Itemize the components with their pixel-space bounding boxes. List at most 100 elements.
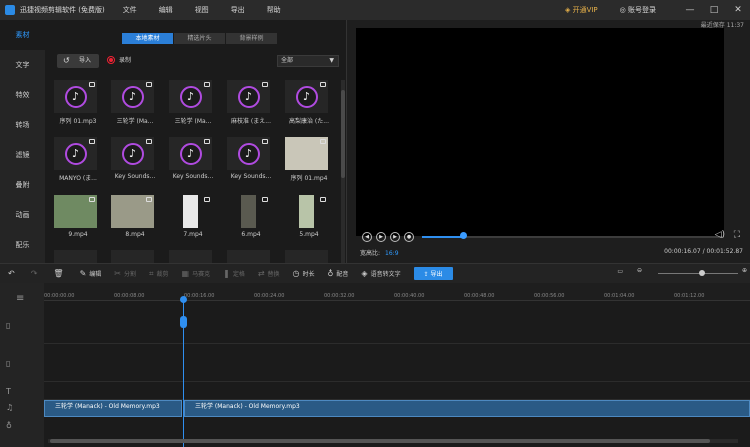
crop-icon: ⌗ (149, 268, 154, 278)
timeline-lanes[interactable]: 三轮学 (Manack) - Old Memory.mp3 三轮学 (Manac… (44, 301, 750, 447)
fullscreen-icon[interactable]: ⛶ (734, 230, 740, 240)
media-item[interactable]: 序列 01.mp4 (285, 137, 331, 182)
prev-frame-icon[interactable]: ◀ (362, 232, 372, 242)
media-item[interactable]: 9.mp4 (54, 195, 100, 238)
undo-icon[interactable]: ↶ (8, 269, 18, 278)
zoom-out-icon[interactable]: ⊖ (637, 267, 642, 274)
menu-bar: 文件 编辑 视图 导出 帮助 (123, 5, 303, 15)
audio-clip[interactable]: 三轮学 (Manack) - Old Memory.mp3 (44, 400, 182, 417)
media-item[interactable]: ♪ 高梨康治 (た... (285, 80, 331, 125)
media-item[interactable]: 8.mp4 (111, 195, 157, 238)
stop-icon[interactable]: ● (404, 232, 414, 242)
edit-button[interactable]: ✎ 编辑 (80, 269, 102, 278)
media-item[interactable]: ♪ Key Sounds... (227, 137, 273, 180)
zoom-knob[interactable] (699, 270, 705, 276)
audio-badge-icon (262, 82, 268, 87)
fit-icon[interactable]: ▭ (617, 268, 623, 275)
split-button[interactable]: ✂ 分割 (114, 269, 136, 278)
export-button[interactable]: ⇪ 导出 (413, 267, 453, 280)
menu-export[interactable]: 导出 (231, 5, 245, 15)
close-icon[interactable]: ✕ (726, 5, 750, 15)
menu-edit[interactable]: 编辑 (159, 5, 173, 15)
media-item[interactable]: ♪ 三轮学 (Ma... (169, 80, 215, 125)
play-icon[interactable]: ▶ (376, 232, 386, 242)
tab-local-material[interactable]: 本地素材 (122, 33, 173, 44)
time-ruler[interactable]: 00:00:00.00 00:00:08.00 00:00:16.00 00:0… (44, 289, 750, 301)
speech-to-text-button[interactable]: ◈ 语音转文字 (361, 269, 400, 278)
audio-badge-icon (146, 139, 152, 144)
next-frame-icon[interactable]: ▶ (390, 232, 400, 242)
media-item[interactable]: ♪ 麻枝准 (まえ... (227, 80, 273, 125)
media-item[interactable]: ♪ 序列 01.mp3 (54, 80, 100, 125)
chevron-down-icon: ▼ (329, 57, 334, 64)
media-name: 序列 01.mp4 (290, 175, 328, 182)
aspect-ratio-label: 宽高比: (360, 250, 381, 257)
redo-icon[interactable]: ↷ (31, 269, 41, 278)
sidebar-item-filter[interactable]: 滤镜 (0, 140, 45, 170)
zoom-slider[interactable] (658, 273, 738, 274)
tab-background[interactable]: 背景样例 (226, 33, 277, 44)
crop-label: 裁剪 (156, 271, 169, 278)
playback-track[interactable] (422, 236, 722, 238)
media-item[interactable] (169, 250, 215, 263)
crop-button[interactable]: ⌗ 裁剪 (149, 269, 169, 279)
login-button[interactable]: ◎ 账号登录 (620, 5, 656, 15)
media-item[interactable]: ♪ Key Sounds... (169, 137, 215, 180)
sidebar-item-transition[interactable]: 转场 (0, 110, 45, 140)
volume-icon[interactable]: ◁) (715, 230, 725, 240)
sidebar-item-animation[interactable]: 动画 (0, 200, 45, 230)
menu-file[interactable]: 文件 (123, 5, 137, 15)
media-item[interactable]: ♪ MANYO (ま... (54, 137, 100, 182)
duration-button[interactable]: ◷ 时长 (293, 269, 315, 278)
media-item[interactable]: 7.mp4 (169, 195, 215, 238)
media-name: 5.mp4 (299, 231, 319, 238)
portrait-frame (183, 195, 198, 228)
sidebar-item-music[interactable]: 配乐 (0, 230, 45, 260)
replace-button[interactable]: ⇄ 替换 (258, 269, 280, 278)
timeline-track-headers: ≡ ▯ ▯ T ♫ ♁ (0, 283, 44, 447)
mosaic-button[interactable]: ▦ 马赛克 (182, 269, 211, 278)
scrollbar-thumb[interactable] (341, 90, 345, 178)
media-item[interactable] (285, 250, 331, 263)
freeze-button[interactable]: ❚ 定格 (223, 269, 245, 278)
menu-help[interactable]: 帮助 (267, 5, 281, 15)
scrollbar-thumb[interactable] (50, 439, 710, 443)
media-item[interactable]: 5.mp4 (285, 195, 331, 238)
vip-button[interactable]: ◈ 开通VIP (565, 5, 598, 15)
media-item[interactable]: 6.mp4 (227, 195, 273, 238)
sidebar-item-effects[interactable]: 特效 (0, 80, 45, 110)
app-logo-icon (5, 5, 15, 15)
filter-value: 全部 (281, 57, 294, 64)
menu-view[interactable]: 视图 (195, 5, 209, 15)
zoom-in-icon[interactable]: ⊕ (742, 267, 747, 274)
media-item[interactable] (227, 250, 273, 263)
sidebar-item-material[interactable]: 素材 (0, 20, 45, 50)
media-item[interactable]: ♪ 三轮学 (Ma... (111, 80, 157, 125)
export-icon: ⇪ (423, 271, 431, 278)
playback-knob[interactable] (460, 232, 467, 239)
maximize-icon[interactable]: □ (702, 5, 726, 15)
aspect-ratio[interactable]: 宽高比: 16:9 (360, 248, 399, 257)
minimize-icon[interactable]: — (678, 5, 702, 15)
delete-icon[interactable]: 🗑 (53, 269, 66, 278)
media-item[interactable] (111, 250, 157, 263)
timeline-scrollbar[interactable] (48, 439, 738, 443)
media-name: 8.mp4 (125, 231, 145, 238)
video-preview[interactable] (356, 28, 724, 236)
sidebar-item-overlay[interactable]: 叠附 (0, 170, 45, 200)
import-button[interactable]: ↺ 导入 (57, 54, 99, 68)
media-item[interactable] (54, 250, 100, 263)
media-scrollbar[interactable] (341, 80, 345, 263)
filter-select[interactable]: 全部 ▼ (277, 55, 339, 67)
media-item[interactable]: ♪ Key Sounds... (111, 137, 157, 180)
track-menu-icon[interactable]: ≡ (16, 293, 24, 304)
sidebar-item-text[interactable]: 文字 (0, 50, 45, 80)
lane-divider (44, 381, 750, 382)
audio-clip[interactable]: 三轮学 (Manack) - Old Memory.mp3 (184, 400, 750, 417)
tab-intro[interactable]: 精选片头 (174, 33, 225, 44)
playhead-knob[interactable] (180, 316, 187, 328)
ruler-tick: 00:01:12.00 (674, 293, 705, 299)
dub-button[interactable]: ♁ 配音 (328, 269, 349, 278)
playhead-handle[interactable] (180, 296, 187, 303)
record-button[interactable]: 录制 (107, 55, 131, 64)
